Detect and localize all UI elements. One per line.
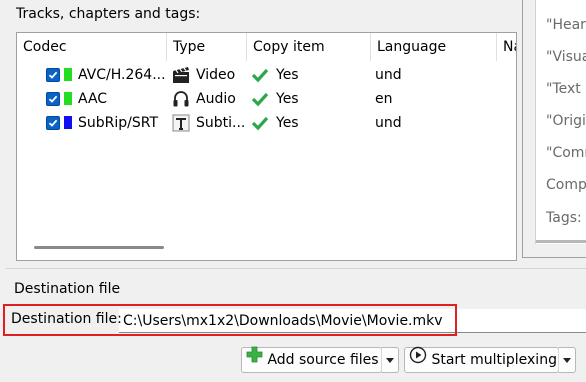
track-color-swatch (64, 92, 72, 105)
plus-icon (246, 346, 263, 371)
track-language: en (375, 91, 393, 107)
property-commentary: "Comm (546, 145, 586, 161)
start-multiplexing-dropdown[interactable] (558, 347, 576, 373)
track-codec: SubRip/SRT (78, 115, 159, 131)
start-multiplexing-button[interactable]: Start multiplexing (404, 346, 559, 373)
column-header-type[interactable]: Type (167, 33, 247, 61)
property-visual-impaired: "Visua (546, 49, 586, 65)
column-header-name[interactable]: Na (497, 33, 516, 61)
track-checkbox[interactable] (46, 92, 60, 106)
track-color-swatch (64, 116, 72, 129)
track-codec: AVC/H.264... (78, 67, 166, 83)
track-checkbox[interactable] (46, 116, 60, 130)
add-source-files-dropdown[interactable] (381, 347, 399, 373)
track-type: Video (196, 67, 236, 83)
checkmark-icon (251, 111, 269, 135)
play-icon (409, 346, 427, 372)
track-row-audio[interactable]: AAC Audio Yes en (17, 87, 516, 111)
start-multiplexing-label: Start multiplexing (431, 352, 557, 368)
destination-section-title: Destination file (14, 281, 121, 297)
track-language: und (375, 67, 402, 83)
film-icon (172, 63, 190, 87)
tracks-group-label: Tracks, chapters and tags: (16, 6, 201, 22)
track-copy-item: Yes (276, 115, 299, 131)
track-row-video[interactable]: AVC/H.264... Video Yes und (17, 63, 516, 87)
track-codec: AAC (78, 91, 108, 107)
track-type: Subti... (196, 115, 246, 131)
add-source-files-label: Add source files (267, 352, 379, 368)
checkmark-icon (251, 63, 269, 87)
property-compression: Comp (546, 177, 586, 193)
column-header-codec[interactable]: Codec (17, 33, 167, 61)
add-source-files-button[interactable]: Add source files (241, 346, 382, 373)
property-tags: Tags: (546, 210, 582, 226)
track-language: und (375, 115, 402, 131)
section-separator (6, 268, 586, 269)
property-hearing-impaired: "Heari (546, 17, 586, 33)
text-icon (172, 111, 190, 135)
property-original: "Origi (546, 113, 586, 129)
track-copy-item: Yes (276, 91, 299, 107)
track-copy-item: Yes (276, 67, 299, 83)
properties-horizontal-scrollbar[interactable] (536, 240, 586, 243)
column-header-copy-item[interactable]: Copy item (247, 33, 371, 61)
column-header-language[interactable]: Language (371, 33, 497, 61)
checkmark-icon (251, 87, 269, 111)
track-color-swatch (64, 68, 72, 81)
track-row-subtitles[interactable]: SubRip/SRT Subti... Yes und (17, 111, 516, 135)
tracks-horizontal-scrollbar[interactable] (34, 246, 164, 249)
property-text-descriptions: "Text c (546, 81, 586, 97)
track-type: Audio (196, 91, 236, 107)
track-checkbox[interactable] (46, 68, 60, 82)
highlight-frame (3, 304, 457, 336)
headphones-icon (172, 87, 190, 111)
tracks-table[interactable]: Codec Type Copy item Language Na AVC/H.2… (16, 32, 517, 261)
